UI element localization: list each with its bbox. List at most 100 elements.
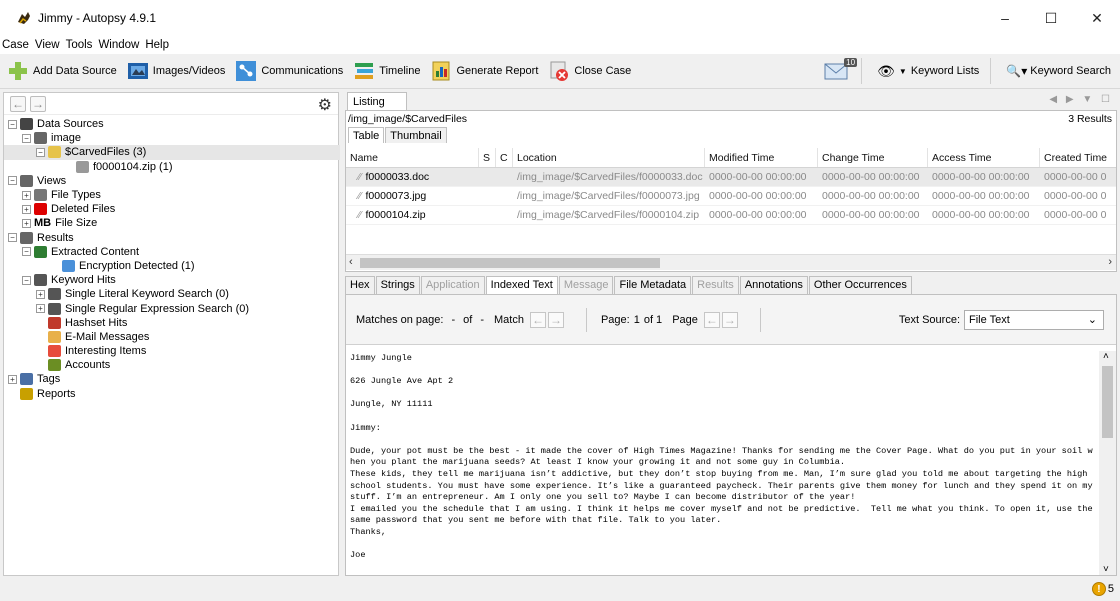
tree-node[interactable]: + Deleted Files [4, 202, 340, 216]
tree-settings-button[interactable]: ⚙ [318, 95, 332, 115]
tree-node[interactable]: f0000104.zip (1) [4, 160, 340, 174]
tab-strings[interactable]: Strings [375, 276, 420, 294]
communications-button[interactable]: Communications [232, 56, 346, 86]
previous-match-button[interactable]: ← [529, 311, 546, 328]
collapse-icon[interactable]: − [36, 147, 45, 157]
tree-node[interactable]: + Single Literal Keyword Search (0) [4, 287, 340, 301]
tree-node[interactable]: + Single Regular Expression Search (0) [4, 301, 340, 315]
match-separator [585, 307, 587, 332]
collapse-icon[interactable]: − [22, 247, 31, 257]
keyword-search-button[interactable]: 🔍▾ Keyword Search [1003, 56, 1114, 86]
tab-listing[interactable]: Listing [347, 92, 407, 110]
collapse-icon[interactable]: − [8, 119, 17, 129]
expand-icon[interactable]: + [36, 304, 45, 314]
add-data-source-button[interactable]: Add Data Source [4, 56, 120, 86]
dropdown-arrow-icon: ▼ [898, 66, 907, 76]
minimize-button[interactable]: – [982, 0, 1028, 36]
col-header-s[interactable]: S [479, 148, 496, 167]
table-row[interactable]: ⁄⁄ f0000073.jpg/img_image/$CarvedFiles/f0… [346, 187, 1116, 206]
collapse-icon[interactable]: − [8, 176, 17, 186]
expand-icon[interactable]: + [22, 218, 31, 228]
messages-button[interactable]: 10 [821, 56, 858, 86]
tab-indexed-text[interactable]: Indexed Text [485, 276, 558, 294]
communications-label: Communications [261, 65, 344, 77]
tree-node[interactable]: − $CarvedFiles (3) [4, 145, 340, 160]
tab-other-occurrences[interactable]: Other Occurrences [808, 276, 912, 294]
horizontal-scrollbar[interactable]: ‹ › [346, 254, 1116, 270]
tree-node[interactable]: − image [4, 131, 340, 145]
menu-view[interactable]: View [35, 39, 60, 51]
tree-node[interactable]: + File Types [4, 188, 340, 202]
tab-hex[interactable]: Hex [345, 276, 375, 294]
tree-node[interactable]: − Results [4, 231, 340, 245]
tab-file-metadata[interactable]: File Metadata [614, 276, 692, 294]
images-videos-icon [127, 63, 148, 79]
menu-help[interactable]: Help [145, 39, 169, 51]
collapse-icon[interactable]: − [22, 275, 31, 285]
close-case-button[interactable]: Close Case [545, 56, 634, 86]
notifications-button[interactable]: ! 5 [1091, 582, 1114, 596]
close-window-button[interactable]: ✕ [1074, 0, 1120, 36]
scroll-left-icon[interactable]: ‹ [349, 256, 353, 268]
tree-node[interactable]: Accounts [4, 358, 340, 372]
tab-table[interactable]: Table [348, 127, 385, 143]
file-name: f0000073.jpg [365, 190, 427, 202]
tab-navigation-controls[interactable]: ◀ ▶ ▼ ☐ [1049, 94, 1113, 105]
menu-window[interactable]: Window [98, 39, 139, 51]
maximize-button[interactable]: ☐ [1028, 0, 1074, 36]
tree-node[interactable]: − Views [4, 174, 340, 188]
col-header-created-time[interactable]: Created Time [1040, 148, 1116, 167]
tree-node[interactable]: Encryption Detected (1) [4, 259, 340, 273]
table-row[interactable]: ⁄⁄ f0000033.doc/img_image/$CarvedFiles/f0… [346, 168, 1116, 187]
hashset-icon [48, 316, 61, 329]
table-row[interactable]: ⁄⁄ f0000104.zip/img_image/$CarvedFiles/f0… [346, 206, 1116, 225]
images-videos-button[interactable]: Images/Videos [124, 56, 229, 86]
next-page-button[interactable]: → [721, 311, 738, 328]
previous-page-button[interactable]: ← [703, 311, 720, 328]
scroll-up-icon[interactable]: ˄ [1103, 351, 1109, 362]
collapse-icon[interactable]: − [8, 233, 17, 243]
text-source-select[interactable]: File Text ⌄ [964, 309, 1104, 330]
table-cell-change: 0000-00-00 00:00:00 [822, 190, 920, 202]
col-header-modified-time[interactable]: Modified Time [705, 148, 818, 167]
menu-case[interactable]: Case [2, 39, 29, 51]
expand-icon[interactable]: + [22, 204, 31, 214]
menu-tools[interactable]: Tools [66, 39, 93, 51]
tree-node[interactable]: − Extracted Content [4, 245, 340, 259]
scroll-right-icon[interactable]: › [1108, 256, 1112, 268]
generate-report-button[interactable]: Generate Report [427, 56, 541, 86]
vertical-scrollbar[interactable]: ˄ ˅ [1099, 351, 1116, 575]
tree-node[interactable]: − Data Sources [4, 117, 340, 131]
next-match-button[interactable]: → [547, 311, 564, 328]
tree-node[interactable]: Interesting Items [4, 344, 340, 358]
col-header-change-time[interactable]: Change Time [818, 148, 928, 167]
expand-icon[interactable]: + [36, 289, 45, 299]
col-header-c[interactable]: C [496, 148, 513, 167]
expand-icon[interactable]: + [8, 374, 17, 384]
back-arrow-icon: ← [12, 96, 24, 111]
tab-annotations[interactable]: Annotations [739, 276, 808, 294]
tree-node[interactable]: Hashset Hits [4, 316, 340, 330]
tree-node-label: image [51, 132, 81, 145]
timeline-button[interactable]: Timeline [350, 56, 423, 86]
collapse-icon[interactable]: − [22, 133, 31, 143]
tree-node[interactable]: Reports [4, 387, 340, 401]
tab-thumbnail[interactable]: Thumbnail [385, 127, 447, 143]
keyword-lists-label: Keyword Lists [910, 65, 980, 77]
tree-node[interactable]: E-Mail Messages [4, 330, 340, 344]
tree-node[interactable]: + MB File Size [4, 216, 340, 230]
back-button[interactable]: ← [10, 95, 26, 112]
expand-icon[interactable]: + [22, 190, 31, 200]
vertical-scroll-thumb[interactable] [1102, 366, 1113, 438]
tree-node-label: Tags [37, 373, 61, 386]
forward-button[interactable]: → [30, 95, 46, 112]
col-header-location[interactable]: Location [513, 148, 705, 167]
scroll-down-icon[interactable]: ˅ [1103, 564, 1109, 575]
tree-node-label: $CarvedFiles (3) [65, 146, 147, 159]
col-header-name[interactable]: Name [346, 148, 479, 167]
tree-node[interactable]: + Tags [4, 372, 340, 386]
col-header-access-time[interactable]: Access Time [928, 148, 1040, 167]
tree-node[interactable]: − Keyword Hits [4, 273, 340, 287]
keyword-lists-button[interactable]: 👁 ▼ Keyword Lists [874, 56, 982, 86]
horizontal-scroll-thumb[interactable] [360, 258, 660, 268]
